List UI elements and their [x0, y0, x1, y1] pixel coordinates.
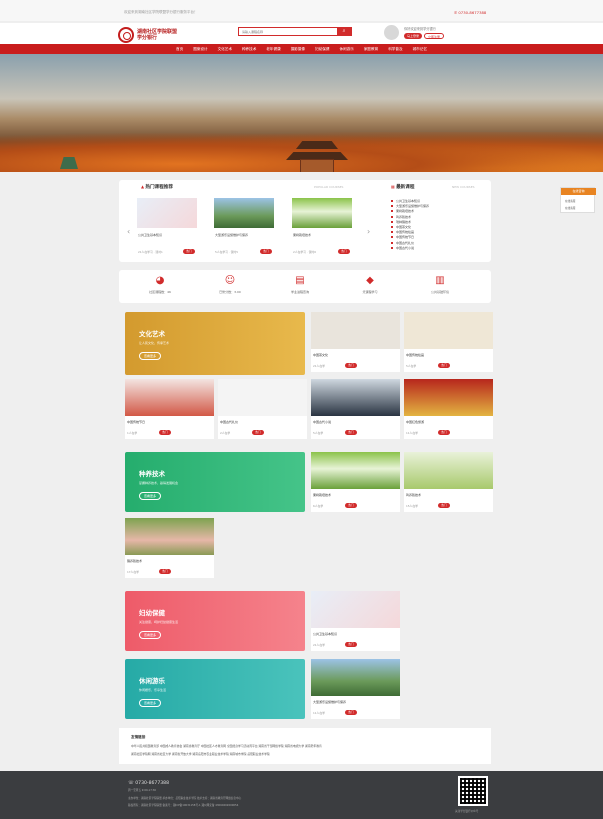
category-banner[interactable]: 妇幼保健 关注健康，呵护妇幼健康生活 查看更多 [125, 591, 305, 651]
view-more-button[interactable]: 查看更多 [139, 699, 162, 707]
pagoda-illustration [286, 134, 348, 172]
search-box: ⌕ [238, 27, 352, 36]
nav-item[interactable]: 种养技术 [242, 47, 256, 52]
search-button[interactable]: ⌕ [337, 28, 351, 35]
course-card[interactable]: 大型游乐设施维护与保养 11人在学 热门 [311, 659, 400, 719]
pavilion-illustration [60, 157, 78, 169]
course-card[interactable]: 猪养殖技术 17人在学 热门 [125, 518, 214, 578]
user-greeting: 你好欢迎来到学分银行 [404, 27, 436, 31]
qr-code [458, 776, 488, 806]
hot-course-card[interactable]: 公共卫生基本知识 21人在学习 · 课时1 热门 [137, 198, 197, 262]
link-row[interactable]: 湖南社区学院网 湖南省社区大学 湖南省开放大学 湖南岳阳市农业职业技术学院 湖南… [131, 752, 270, 756]
book-icon: ▥ [435, 275, 445, 286]
user-area: 你好欢迎来到学分银行 马上登录 立即注册 [384, 25, 484, 41]
nav-item[interactable]: 休闲游乐 [339, 47, 353, 52]
nav-item[interactable]: 科学普及 [388, 47, 402, 52]
consult-link[interactable]: 在线客服 [565, 206, 575, 210]
course-image [214, 198, 274, 228]
welcome-text: 欢迎来到湖南社区学院联盟学分银行服务平台！ [124, 10, 198, 14]
stat-item[interactable]: ☺ 已修分数：3.00 [200, 275, 260, 294]
course-image [137, 198, 197, 228]
nav-item[interactable]: 文化艺术 [218, 47, 232, 52]
logo-mark-icon [118, 27, 134, 43]
register-button[interactable]: 立即注册 [424, 33, 445, 39]
main-nav: 首页 图案设计 文化艺术 种养技术 老年健康 摄影摄像 妇幼保健 休闲游乐 家庭… [0, 44, 603, 54]
logo-text: 湖南社区学院联盟 学分银行 [137, 29, 178, 41]
pie-chart-icon: ◕ [155, 275, 165, 286]
online-consult-widget: 在线咨询 在线客服 在线客服 [560, 187, 596, 213]
hot-course-card[interactable]: 大型游乐设施维护与保养 5人在学习 · 课时5 热门 [214, 198, 274, 262]
category-banner[interactable]: 休闲游乐 休闲娱乐，乐享生活 查看更多 [125, 659, 305, 719]
hot-badge: 热门 [338, 249, 350, 254]
footer: ☏ 0730-8677388 周一至周五 9:00-17:30 主办单位：湖南社… [0, 771, 603, 819]
nav-item[interactable]: 图案设计 [193, 47, 207, 52]
search-input[interactable] [239, 28, 337, 35]
hot-course-card[interactable]: 果树栽培技术 2人在学习 · 课时6 热门 [292, 198, 352, 262]
nav-item[interactable]: 家庭教育 [364, 47, 378, 52]
view-more-button[interactable]: 查看更多 [139, 492, 162, 500]
course-card[interactable]: 果树栽培技术 6人在学 热门 [311, 452, 400, 512]
view-more-button[interactable]: 查看更多 [139, 352, 162, 360]
course-card[interactable]: 中国红色旅游 11人在学 热门 [404, 379, 493, 439]
view-more-button[interactable]: 查看更多 [139, 631, 162, 639]
hero-banner[interactable] [0, 54, 603, 172]
nav-item[interactable]: 老年健康 [266, 47, 280, 52]
category-banner[interactable]: 文化艺术 让人民文化，传承艺术 查看更多 [125, 312, 305, 375]
flame-icon: ▲ [141, 184, 145, 189]
list-item[interactable]: 中国古代小说 [391, 246, 429, 251]
site-logo[interactable]: 湖南社区学院联盟 学分银行 [118, 26, 186, 44]
nav-item[interactable]: 城市记忆 [413, 47, 427, 52]
hot-badge: 热门 [260, 249, 272, 254]
course-card[interactable]: 鸡养殖技术 15人在学 热门 [404, 452, 493, 512]
list-icon: ▦ [391, 184, 395, 189]
course-image [292, 198, 352, 228]
friend-links: 友情链接 中华人民共和国教育部 中国成人教育协会 湖南省教育厅 中国社区人才教育… [119, 728, 491, 764]
consult-link[interactable]: 在线客服 [565, 199, 575, 203]
course-card[interactable]: 中国古代礼仪 2人在学 热门 [218, 379, 307, 439]
nav-item[interactable]: 首页 [176, 47, 183, 52]
hot-badge: 热门 [183, 249, 195, 254]
phone-number: ✆ 0730-8677388 [454, 10, 487, 15]
avatar[interactable] [384, 25, 399, 40]
hot-subtitle: POPULAR COURSES [314, 185, 344, 189]
course-card[interactable]: 中国茶文化 21人在学 热门 [311, 312, 400, 372]
footer-phone: ☏ 0730-8677388 [128, 781, 170, 786]
hot-title: ▲ 热门课程推荐 [141, 184, 173, 190]
next-arrow-icon[interactable]: › [367, 227, 370, 236]
course-card[interactable]: 中国古代小说 5人在学 热门 [311, 379, 400, 439]
stat-item[interactable]: ▤ 学业进程查询 [270, 275, 330, 294]
category-banner[interactable]: 种养技术 掌握种养技术，赢得发展机会 查看更多 [125, 452, 305, 512]
login-button[interactable]: 马上登录 [404, 33, 423, 39]
new-title: ▦ 最新课程 [391, 184, 415, 190]
search-icon: ⌕ [342, 28, 346, 34]
course-card[interactable]: 中国传统绘画 5人在学 热门 [404, 312, 493, 372]
person-icon: ☺ [224, 275, 236, 286]
course-card[interactable]: 公共卫生基本知识 21人在学 热门 [311, 591, 400, 651]
document-icon: ▤ [295, 275, 305, 286]
stat-item[interactable]: ▥ 公共基础环境 [410, 275, 470, 294]
stat-item[interactable]: ◕ 社区课程数：46 [130, 275, 190, 294]
course-card[interactable]: 中国传统节日 1人在学 热门 [125, 379, 214, 439]
link-row[interactable]: 中华人民共和国教育部 中国成人教育协会 湖南省教育厅 中国社区人才教育网 全国终… [131, 744, 322, 748]
box-icon: ◆ [366, 275, 374, 286]
nav-item[interactable]: 摄影摄像 [291, 47, 305, 52]
nav-item[interactable]: 妇幼保健 [315, 47, 329, 52]
prev-arrow-icon[interactable]: ‹ [127, 227, 130, 236]
top-bar [0, 0, 603, 22]
new-subtitle: NEW COURSES [452, 185, 475, 189]
stat-item[interactable]: ◆ 凭课程学习 [340, 275, 400, 294]
new-courses-list: 公共卫生基本知识 大型游乐设施维护与保养 果树栽培技术 鸡养殖技术 瑞种猪技术 … [391, 199, 429, 251]
